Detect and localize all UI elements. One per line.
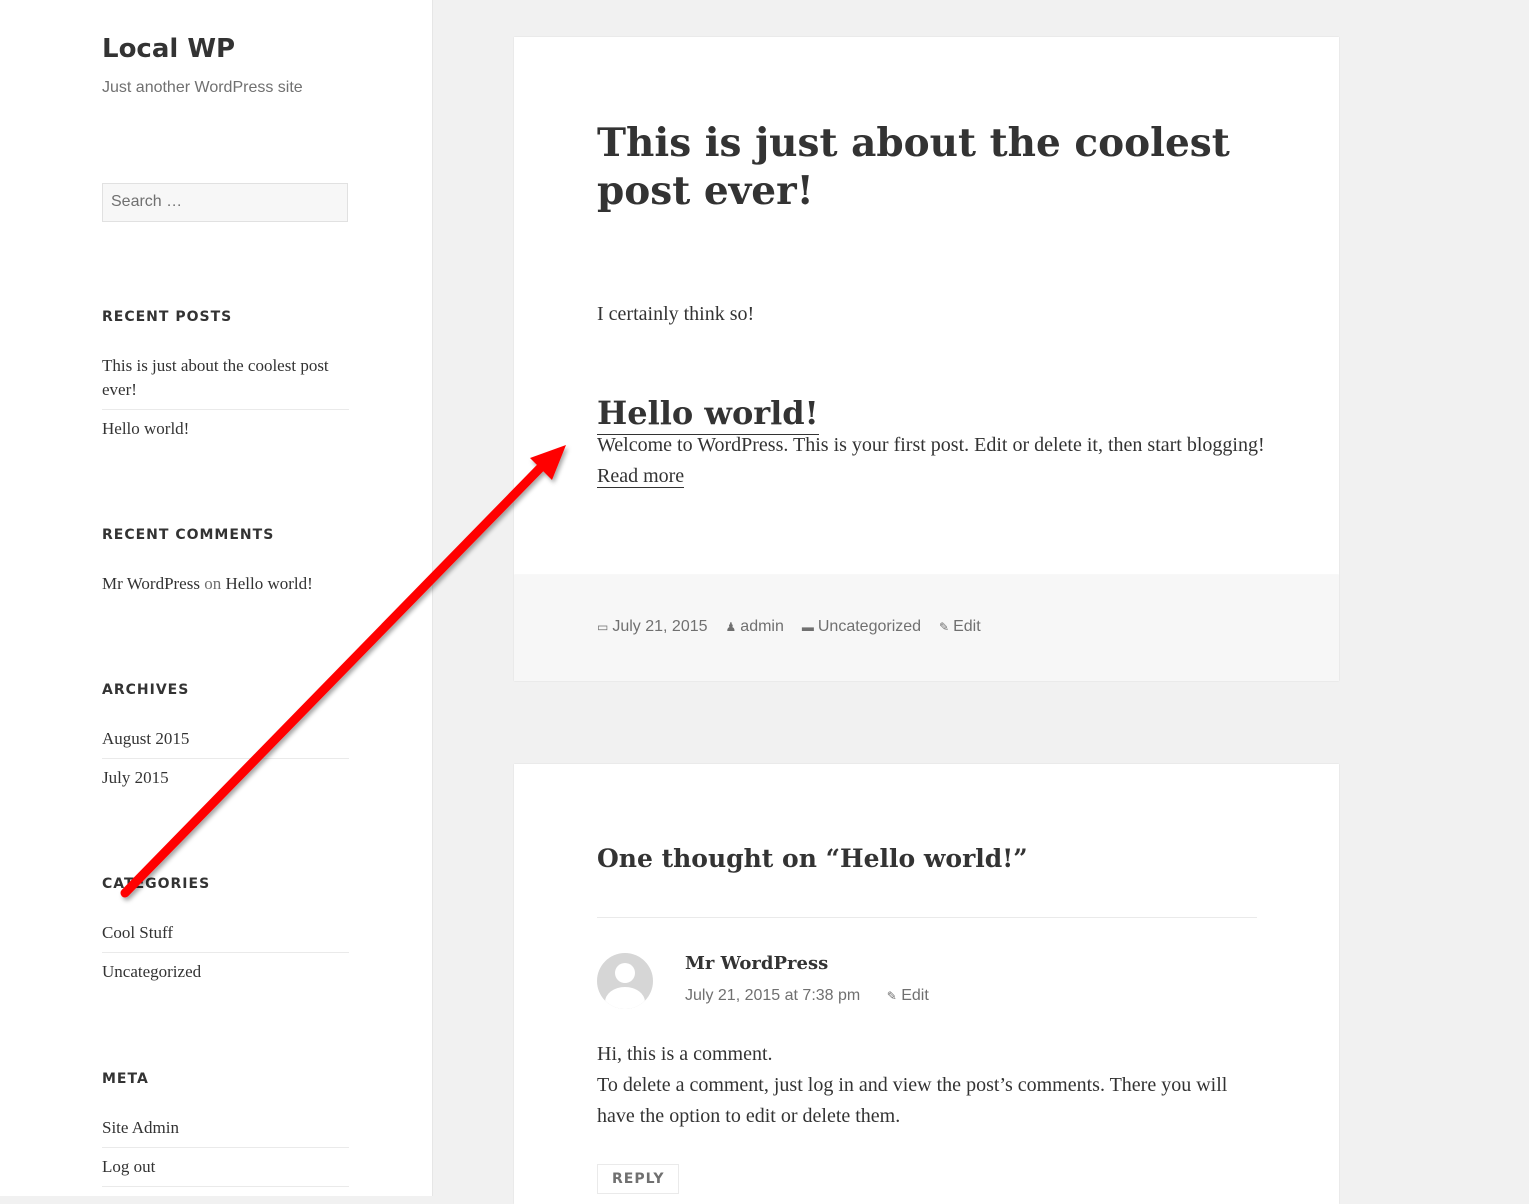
post-category-label: Uncategorized (817, 618, 922, 635)
list-item[interactable]: This is just about the coolest post ever… (102, 354, 349, 410)
post-edit-label: Edit (953, 618, 981, 635)
divider (597, 917, 1257, 918)
comment-author: Mr WordPress (685, 953, 829, 974)
post-excerpt: Welcome to WordPress. This is your first… (597, 430, 1267, 492)
search-input[interactable]: Search … (102, 183, 348, 222)
on-label: on (204, 574, 222, 593)
read-more-link[interactable]: Read more (597, 465, 685, 488)
post-edit[interactable]: ✎ Edit (939, 618, 981, 636)
post-author-label: admin (740, 618, 784, 635)
comment-author-link[interactable]: Mr WordPress (102, 574, 200, 593)
recent-comments-title: RECENT COMMENTS (102, 527, 275, 543)
post-footer: ▭ July 21, 2015 ♟ admin ▬ Uncategorized … (514, 575, 1339, 681)
list-item[interactable]: July 2015 (102, 759, 349, 797)
recent-comments-list: Mr WordPress on Hello world! (102, 572, 349, 603)
list-item[interactable]: Log out (102, 1148, 349, 1187)
post-category[interactable]: ▬ Uncategorized (802, 618, 921, 636)
site-title[interactable]: Local WP (102, 34, 235, 64)
list-item: Mr WordPress on Hello world! (102, 572, 349, 603)
post-date-label: July 21, 2015 (612, 618, 708, 635)
reply-button[interactable]: REPLY (597, 1164, 680, 1194)
excerpt-text: Welcome to WordPress. This is your first… (597, 434, 1265, 456)
meta-list: Site Admin Log out (102, 1116, 349, 1187)
post-article: This is just about the coolest post ever… (514, 37, 1339, 575)
site-description: Just another WordPress site (102, 79, 303, 96)
comment-datetime[interactable]: July 21, 2015 at 7:38 pm (685, 987, 860, 1004)
post-meta: ▭ July 21, 2015 ♟ admin ▬ Uncategorized … (597, 618, 999, 636)
post-date[interactable]: ▭ July 21, 2015 (597, 618, 708, 636)
embedded-post-link[interactable]: Hello world! (597, 393, 819, 435)
list-item[interactable]: Hello world! (102, 410, 349, 448)
user-icon: ♟ (725, 620, 737, 634)
recent-posts-title: RECENT POSTS (102, 309, 233, 325)
list-item[interactable]: Uncategorized (102, 953, 349, 991)
pencil-icon: ✎ (939, 620, 950, 634)
comment-line-1: Hi, this is a comment. (597, 1043, 773, 1065)
categories-title: CATEGORIES (102, 876, 211, 892)
comment-post-link[interactable]: Hello world! (225, 574, 312, 593)
post-author[interactable]: ♟ admin (726, 618, 784, 636)
archives-title: ARCHIVES (102, 682, 190, 698)
pencil-icon: ✎ (886, 989, 897, 1003)
archives-list: August 2015 July 2015 (102, 727, 349, 797)
list-item[interactable]: Site Admin (102, 1116, 349, 1148)
recent-posts-list: This is just about the coolest post ever… (102, 354, 349, 448)
meta-title: META (102, 1071, 149, 1087)
sidebar: Local WP Just another WordPress site Sea… (0, 0, 433, 1196)
comments-section: One thought on “Hello world!” Mr WordPre… (514, 764, 1339, 1204)
comment-edit[interactable]: ✎ Edit (887, 987, 929, 1004)
list-item[interactable]: Cool Stuff (102, 921, 349, 953)
comment-body: Hi, this is a comment. To delete a comme… (597, 1039, 1257, 1132)
comment-line-2: To delete a comment, just log in and vie… (597, 1074, 1228, 1127)
avatar (597, 953, 653, 1009)
comment-edit-label: Edit (901, 987, 929, 1004)
categories-list: Cool Stuff Uncategorized (102, 921, 349, 991)
list-item[interactable]: August 2015 (102, 727, 349, 759)
folder-icon: ▬ (801, 620, 814, 634)
post-title[interactable]: This is just about the coolest post ever… (597, 119, 1267, 215)
post-paragraph: I certainly think so! (597, 303, 755, 325)
comments-title: One thought on “Hello world!” (597, 844, 1028, 873)
comment-meta: July 21, 2015 at 7:38 pm ✎ Edit (685, 987, 929, 1005)
calendar-icon: ▭ (597, 620, 609, 634)
